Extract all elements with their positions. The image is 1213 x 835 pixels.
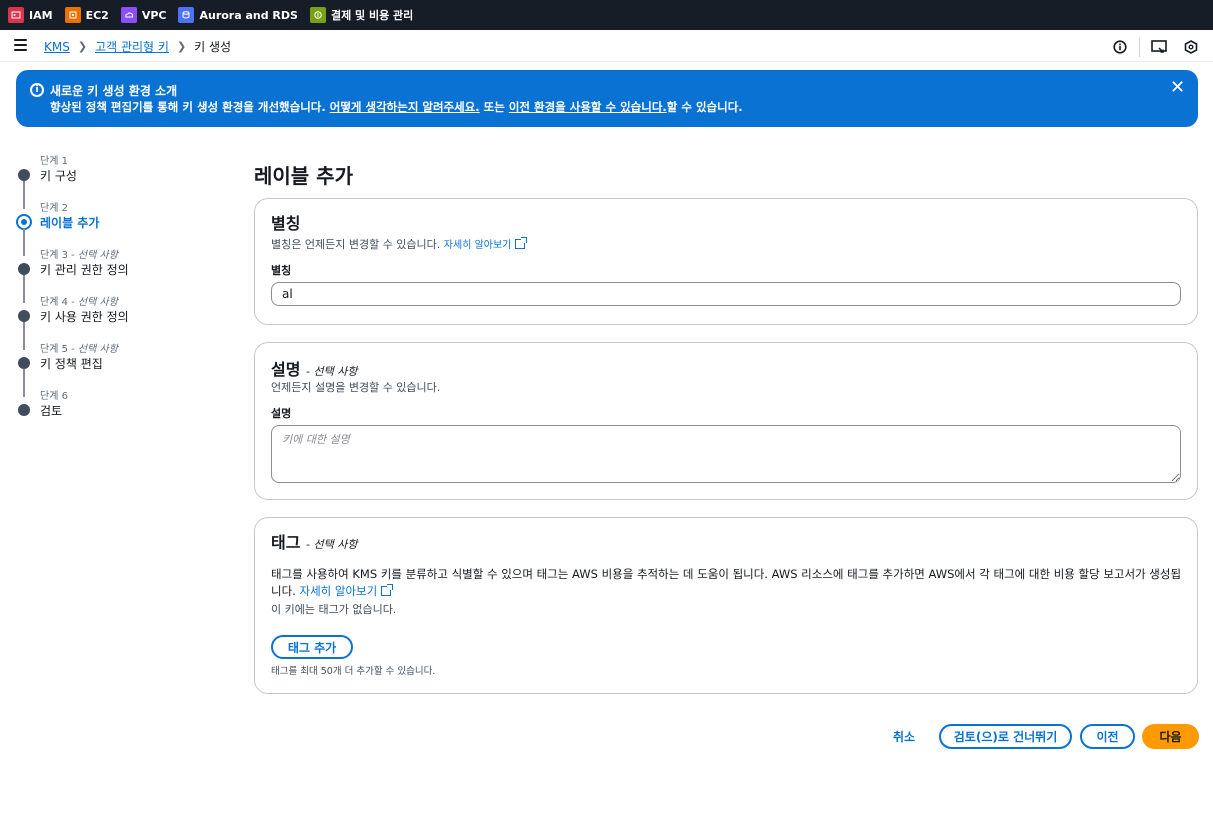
flash-banner: i 새로운 키 생성 환경 소개 향상된 정책 편집기를 통해 키 생성 환경을…	[16, 70, 1198, 127]
skip-to-review-button[interactable]: 검토(으)로 건너뛰기	[939, 724, 1072, 749]
description-help: 언제든지 설명을 변경할 수 있습니다.	[271, 381, 441, 394]
step-label: 키 정책 편집	[40, 357, 103, 371]
favorite-label: Aurora and RDS	[199, 8, 298, 22]
favorite-billing[interactable]: 결제 및 비용 관리	[309, 7, 414, 23]
chevron-right-icon: ❯	[77, 40, 88, 53]
alias-input[interactable]	[271, 282, 1181, 306]
step-number: 단계 2	[40, 203, 68, 214]
favorites-bar: IAM EC2 VPC Aurora and RDS 결제 및 비용 관리	[0, 0, 1213, 30]
info-icon[interactable]	[1112, 39, 1128, 55]
learn-more-link[interactable]: 자세히 알아보기	[444, 240, 512, 251]
breadcrumb: KMS ❯ 고객 관리형 키 ❯ 키 생성	[44, 38, 231, 55]
header-divider	[1139, 37, 1140, 57]
step-dot-icon	[18, 404, 30, 416]
menu-icon[interactable]	[14, 39, 27, 51]
step-number: 단계 1	[40, 156, 68, 167]
favorite-ec2[interactable]: EC2	[64, 7, 109, 23]
tags-description: 태그를 사용하여 KMS 키를 분류하고 식별할 수 있으며 태그는 AWS 비…	[271, 567, 1182, 598]
step-dot-icon	[18, 357, 30, 369]
step-label: 검토	[40, 404, 63, 418]
tags-hint: 태그를 최대 50개 더 추가할 수 있습니다.	[271, 666, 436, 677]
alias-title: 별칭	[271, 214, 301, 233]
step-dot-icon	[18, 310, 30, 322]
step-label: 레이블 추가	[40, 216, 100, 230]
vpc-icon	[120, 7, 137, 23]
description-card: 설명 - 선택 사항 언제든지 설명을 변경할 수 있습니다. 설명	[254, 342, 1198, 500]
breadcrumb-current: 키 생성	[194, 40, 232, 54]
close-icon[interactable]: ✕	[1170, 79, 1185, 97]
step-dot-icon	[18, 263, 30, 275]
iam-icon	[8, 7, 24, 23]
alias-field-label: 별칭	[271, 264, 292, 277]
learn-more-link[interactable]: 자세히 알아보기	[299, 584, 377, 598]
flash-text: 할 수 있습니다.	[666, 100, 743, 114]
rds-icon	[178, 7, 195, 23]
step-label: 키 사용 권한 정의	[40, 310, 129, 324]
step-3: 단계 3 - 선택 사항 키 관리 권한 정의	[16, 244, 216, 303]
step-2: 단계 2 레이블 추가	[16, 197, 216, 256]
favorite-rds[interactable]: Aurora and RDS	[178, 7, 298, 23]
add-tag-button[interactable]: 태그 추가	[271, 635, 353, 659]
header-bar: KMS ❯ 고객 관리형 키 ❯ 키 생성	[0, 30, 1213, 62]
step-4: 단계 4 - 선택 사항 키 사용 권한 정의	[16, 291, 216, 350]
external-link-icon	[381, 584, 394, 596]
security-shield-icon[interactable]	[1183, 39, 1199, 55]
previous-button[interactable]: 이전	[1080, 724, 1135, 749]
header-tools	[1112, 37, 1199, 57]
external-link-icon	[515, 237, 528, 249]
billing-icon	[309, 7, 326, 23]
favorite-label: EC2	[85, 8, 109, 22]
step-5: 단계 5 - 선택 사항 키 정책 편집	[16, 338, 216, 397]
step-6: 단계 6 검토	[16, 385, 216, 432]
feedback-link[interactable]: 어떻게 생각하는지 알려주세요.	[330, 100, 480, 114]
info-icon: i	[30, 83, 44, 97]
breadcrumb-customer-keys[interactable]: 고객 관리형 키	[95, 38, 169, 55]
description-textarea[interactable]	[271, 425, 1181, 483]
flash-title: 새로운 키 생성 환경 소개	[50, 84, 178, 98]
next-button[interactable]: 다음	[1142, 724, 1199, 749]
step-number: 단계 5 - 선택 사항	[40, 344, 118, 355]
alias-description: 별칭은 언제든지 변경할 수 있습니다. 자세히 알아보기	[271, 236, 528, 252]
description-field-label: 설명	[271, 407, 292, 420]
tags-title: 태그 - 선택 사항	[271, 533, 358, 552]
wizard-steps: 단계 1 키 구성 단계 2 레이블 추가 단계 3 - 선택 사항 키 관리 …	[16, 150, 216, 432]
previous-experience-link[interactable]: 이전 환경을 사용할 수 있습니다.	[509, 100, 667, 114]
no-tags-message: 이 키에는 태그가 없습니다.	[271, 603, 397, 616]
step-dot-icon	[18, 169, 30, 181]
flash-text: 또는	[479, 100, 509, 114]
favorite-vpc[interactable]: VPC	[120, 7, 167, 23]
step-label: 키 관리 권한 정의	[40, 263, 129, 277]
alias-card: 별칭 별칭은 언제든지 변경할 수 있습니다. 자세히 알아보기 별칭	[254, 198, 1198, 325]
tags-card: 태그 - 선택 사항 태그를 사용하여 KMS 키를 분류하고 식별할 수 있으…	[254, 517, 1198, 694]
flash-message: 향상된 정책 편집기를 통해 키 생성 환경을 개선했습니다. 어떻게 생각하는…	[50, 99, 743, 115]
step-number: 단계 3 - 선택 사항	[40, 250, 118, 261]
breadcrumb-kms[interactable]: KMS	[44, 40, 70, 54]
step-label: 키 구성	[40, 169, 77, 183]
favorite-label: 결제 및 비용 관리	[330, 9, 414, 22]
page-title: 레이블 추가	[254, 164, 353, 188]
favorite-label: IAM	[29, 8, 53, 22]
chevron-right-icon: ❯	[176, 40, 187, 53]
step-1[interactable]: 단계 1 키 구성	[16, 150, 216, 209]
favorite-iam[interactable]: IAM	[8, 7, 53, 23]
favorite-label: VPC	[141, 8, 167, 22]
step-number: 단계 6	[40, 391, 68, 402]
cancel-button[interactable]: 취소	[882, 724, 926, 748]
split-panel-icon[interactable]	[1151, 39, 1167, 55]
ec2-icon	[64, 7, 81, 23]
step-number: 단계 4 - 선택 사항	[40, 297, 118, 308]
description-title: 설명 - 선택 사항	[271, 360, 358, 379]
flash-text: 향상된 정책 편집기를 통해 키 생성 환경을 개선했습니다.	[50, 100, 330, 114]
